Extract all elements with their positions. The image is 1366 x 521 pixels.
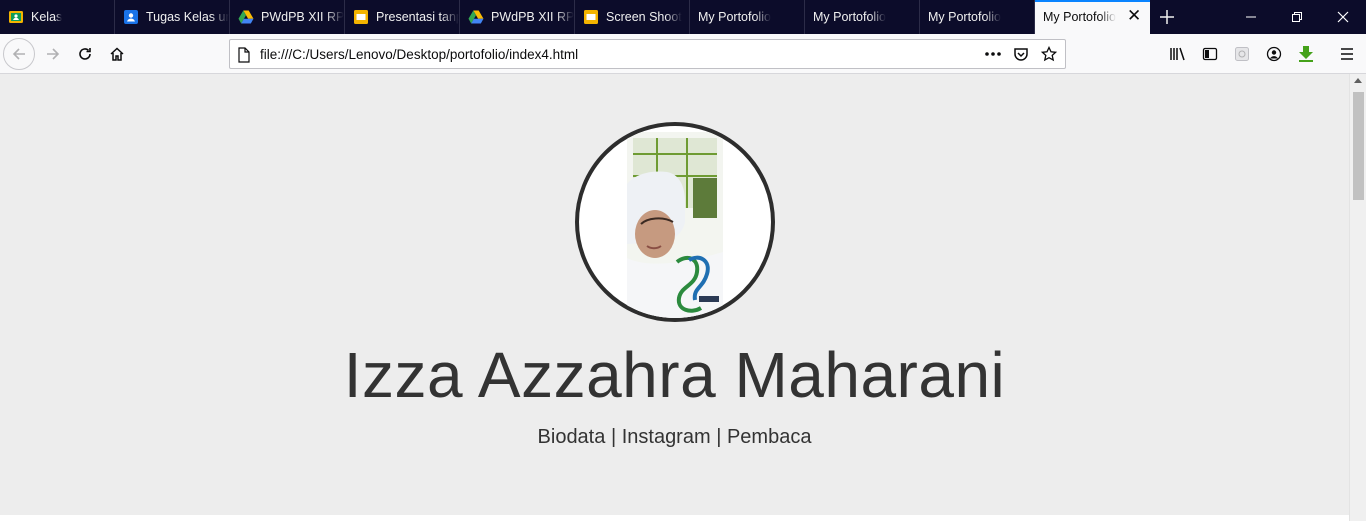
- google-slides-icon: [353, 9, 369, 25]
- tab-tugas-kelas[interactable]: Tugas Kelas untuk: [115, 0, 230, 34]
- tab-label: Screen Shoot: [606, 10, 682, 24]
- restore-button[interactable]: [1274, 0, 1320, 34]
- tab-label: Tugas Kelas untuk: [146, 10, 229, 24]
- extension-button[interactable]: [1232, 44, 1252, 64]
- google-drive-icon: [238, 9, 254, 25]
- tab-kelas[interactable]: Kelas: [0, 0, 115, 34]
- arrow-left-icon: [12, 48, 25, 60]
- new-tab-button[interactable]: [1150, 0, 1184, 34]
- back-button[interactable]: [3, 38, 35, 70]
- link-separator: |: [610, 426, 617, 448]
- tab-label: PWdPB XII RPL: [491, 10, 574, 24]
- google-classroom-assignment-icon: [123, 9, 139, 25]
- sidebar-button[interactable]: [1200, 44, 1220, 64]
- page-actions-button[interactable]: [983, 44, 1003, 64]
- download-button[interactable]: [1296, 44, 1316, 64]
- menu-button[interactable]: [1337, 44, 1357, 64]
- address-bar[interactable]: file:///C:/Users/Lenovo/Desktop/portofol…: [229, 39, 1066, 69]
- tab-screen-shoot[interactable]: Screen Shoot: [575, 0, 690, 34]
- url-text: file:///C:/Users/Lenovo/Desktop/portofol…: [260, 47, 579, 62]
- tab-label: Presentasi tanpa: [376, 10, 459, 24]
- tab-pwdpb-2[interactable]: PWdPB XII RPL: [460, 0, 575, 34]
- pocket-icon: [1014, 48, 1028, 61]
- tab-presentasi[interactable]: Presentasi tanpa: [345, 0, 460, 34]
- arrow-right-icon: [47, 48, 60, 60]
- close-window-button[interactable]: [1320, 0, 1366, 34]
- google-drive-icon: [468, 9, 484, 25]
- tab-portofolio-3[interactable]: My Portofolio: [920, 0, 1035, 34]
- tab-strip: Kelas Tugas Kelas untuk PWdPB XII RPL Pr…: [0, 0, 1366, 34]
- download-arrow-icon: [1299, 46, 1313, 62]
- link-instagram[interactable]: Instagram: [622, 426, 711, 448]
- library-button[interactable]: [1168, 44, 1188, 64]
- tab-portofolio-2[interactable]: My Portofolio: [805, 0, 920, 34]
- pocket-button[interactable]: [1011, 44, 1031, 64]
- sidebar-icon: [1202, 47, 1218, 61]
- link-biodata[interactable]: Biodata: [538, 426, 606, 448]
- google-classroom-icon: [8, 9, 24, 25]
- tab-label: My Portofolio: [813, 10, 886, 24]
- plus-icon: [1160, 10, 1174, 24]
- star-icon: [1041, 46, 1057, 62]
- tab-label: My Portofolio: [1043, 10, 1116, 24]
- close-tab-icon[interactable]: ✕: [1127, 7, 1141, 24]
- library-icon: [1170, 47, 1185, 61]
- account-button[interactable]: [1264, 44, 1284, 64]
- close-icon: [1337, 11, 1349, 23]
- profile-photo: [575, 122, 775, 322]
- page-bottom-strip: [0, 515, 1349, 521]
- home-icon: [110, 47, 124, 61]
- home-button[interactable]: [101, 38, 133, 70]
- window-controls: [1228, 0, 1366, 34]
- hamburger-menu-icon: [1341, 48, 1353, 60]
- scrollbar-thumb[interactable]: [1353, 92, 1364, 200]
- scroll-up-arrow-icon[interactable]: [1354, 78, 1362, 83]
- bookmark-star-button[interactable]: [1039, 44, 1059, 64]
- tab-label: My Portofolio: [698, 10, 771, 24]
- forward-button[interactable]: [37, 38, 69, 70]
- vertical-scrollbar[interactable]: [1349, 74, 1366, 521]
- page-title: Izza Azzahra Maharani: [343, 339, 1006, 411]
- profile-photo-image: [627, 132, 723, 318]
- tab-label: Kelas: [31, 10, 63, 24]
- restore-icon: [1292, 12, 1302, 22]
- minimize-button[interactable]: [1228, 0, 1274, 34]
- extension-icon: [1235, 47, 1249, 61]
- reload-icon: [79, 48, 91, 60]
- tab-portofolio-1[interactable]: My Portofolio: [690, 0, 805, 34]
- page-icon: [237, 47, 251, 68]
- page-viewport: Izza Azzahra Maharani Biodata | Instagra…: [0, 74, 1349, 515]
- link-separator: |: [716, 426, 722, 448]
- tab-pwdpb-1[interactable]: PWdPB XII RPL: [230, 0, 345, 34]
- tab-label: PWdPB XII RPL: [261, 10, 344, 24]
- more-dots-icon: [985, 52, 1001, 56]
- link-pembaca[interactable]: Pembaca: [727, 426, 812, 448]
- nav-links: Biodata | Instagram | Pembaca: [0, 426, 1349, 449]
- google-slides-icon: [583, 9, 599, 25]
- account-icon: [1266, 46, 1282, 62]
- reload-button[interactable]: [69, 38, 101, 70]
- tab-active-portofolio[interactable]: My Portofolio ✕: [1035, 0, 1150, 34]
- navigation-toolbar: file:///C:/Users/Lenovo/Desktop/portofol…: [0, 34, 1366, 74]
- tab-label: My Portofolio: [928, 10, 1001, 24]
- minimize-icon: [1246, 16, 1256, 18]
